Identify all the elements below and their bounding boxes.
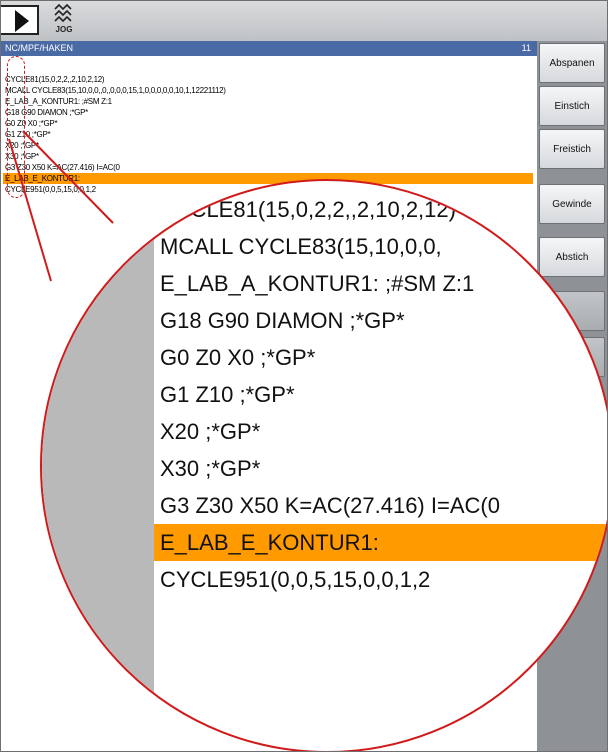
magnifier-circle: CYCLE81(15,0,2,2,,2,10,2,12) MCALL CYCLE8… — [40, 179, 607, 751]
jog-mode-button[interactable]: JOG — [45, 3, 83, 37]
play-arrow-icon — [15, 10, 29, 32]
editor-line[interactable]: G0 Z0 X0 ;*GP* — [3, 118, 533, 129]
editor-line[interactable]: CYCLE81(15,0,2,2,,2,10,2,12) — [3, 74, 533, 85]
screen-frame: JOG NC/MPF/HAKEN 11 CYCLE81(15,0,2,2,,2,… — [0, 0, 608, 752]
magnifier-lines: CYCLE81(15,0,2,2,,2,10,2,12) MCALL CYCLE8… — [154, 191, 607, 598]
program-number: 11 — [521, 43, 531, 53]
magnifier-line: G3 Z30 X50 K=AC(27.416) I=AC(0 — [160, 493, 500, 518]
magnifier-line: CYCLE951(0,0,5,15,0,0,1,2 — [160, 567, 431, 592]
editor-line[interactable]: G18 G90 DIAMON ;*GP* — [3, 107, 533, 118]
editor-line[interactable]: G1 Z10 ;*GP* — [3, 129, 533, 140]
machine-mode-button[interactable] — [1, 5, 39, 35]
magnifier-line: E_LAB_E_KONTUR1: — [154, 524, 607, 561]
editor-lines: CYCLE81(15,0,2,2,,2,10,2,12) MCALL CYCLE8… — [3, 74, 533, 195]
magnifier-line: E_LAB_A_KONTUR1: ;#SM Z:1 — [160, 271, 475, 296]
zoom-callout-marker — [7, 56, 25, 198]
softkey-freistich[interactable]: Freistich — [539, 129, 605, 169]
magnifier-line: CYCLE81(15,0,2,2,,2,10,2,12) — [160, 197, 456, 222]
editor-line[interactable]: G3 Z30 X50 K=AC(27.416) I=AC(0 — [3, 162, 533, 173]
magnifier-line: G0 Z0 X0 ;*GP* — [160, 345, 316, 370]
program-header: NC/MPF/HAKEN 11 — [1, 41, 537, 56]
magnifier-gutter — [42, 181, 154, 751]
softkey-einstich[interactable]: Einstich — [539, 86, 605, 126]
editor-line[interactable]: MCALL CYCLE83(15,10,0,0,,0,,0,0,0,15,1,0… — [3, 85, 533, 96]
jog-label: JOG — [55, 25, 73, 34]
softkey-abspanen[interactable]: Abspanen — [539, 43, 605, 83]
magnifier-line: X30 ;*GP* — [160, 456, 261, 481]
editor-line[interactable]: X20 ;*GP* — [3, 140, 533, 151]
magnifier-line: G18 G90 DIAMON ;*GP* — [160, 308, 405, 333]
top-bar: JOG — [1, 1, 607, 42]
magnifier-line: X20 ;*GP* — [160, 419, 261, 444]
magnifier-line: G1 Z10 ;*GP* — [160, 382, 295, 407]
editor-line[interactable]: E_LAB_A_KONTUR1: ;#SM Z:1 — [3, 96, 533, 107]
program-title: NC/MPF/HAKEN — [5, 43, 74, 53]
magnifier-line: MCALL CYCLE83(15,10,0,0, — [160, 234, 442, 259]
editor-line[interactable]: X30 ;*GP* — [3, 151, 533, 162]
jog-wave-icon — [54, 3, 72, 23]
